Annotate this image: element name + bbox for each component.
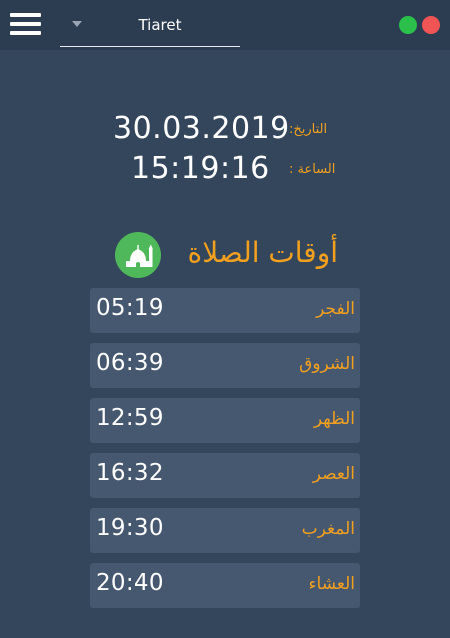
- window-green-button[interactable]: [399, 16, 417, 34]
- window-close-button[interactable]: [422, 16, 440, 34]
- prayer-time: 06:39: [96, 350, 164, 376]
- prayer-time: 12:59: [96, 405, 164, 431]
- city-dropdown[interactable]: Tiaret: [60, 10, 240, 47]
- prayer-name: المغرب: [301, 519, 355, 539]
- mosque-icon: [115, 232, 161, 278]
- prayer-row-isha: 20:40 العشاء: [90, 563, 360, 608]
- prayer-name: العشاء: [308, 574, 355, 594]
- time-label: الساعة :: [289, 162, 336, 177]
- prayer-time: 05:19: [96, 295, 164, 321]
- prayer-name: الشروق: [299, 354, 355, 374]
- prayer-time: 19:30: [96, 515, 164, 541]
- prayer-row-asr: 16:32 العصر: [90, 453, 360, 498]
- prayer-name: الظهر: [313, 409, 355, 429]
- prayer-time: 16:32: [96, 460, 164, 486]
- prayer-row-dhuhr: 12:59 الظهر: [90, 398, 360, 443]
- date-label: التاريخ:: [289, 122, 328, 137]
- hamburger-menu-icon[interactable]: [10, 13, 41, 36]
- section-title: أوقات الصلاة: [187, 236, 338, 269]
- prayer-row-maghrib: 19:30 المغرب: [90, 508, 360, 553]
- prayer-name: الفجر: [316, 299, 355, 319]
- title-bar: Tiaret: [0, 0, 450, 50]
- prayer-row-fajr: 05:19 الفجر: [90, 288, 360, 333]
- prayer-name: العصر: [312, 464, 355, 484]
- date-value: 30.03.2019: [113, 111, 290, 146]
- prayer-time: 20:40: [96, 570, 164, 596]
- prayer-row-sunrise: 06:39 الشروق: [90, 343, 360, 388]
- time-value: 15:19:16: [131, 151, 270, 186]
- city-name: Tiaret: [138, 16, 182, 34]
